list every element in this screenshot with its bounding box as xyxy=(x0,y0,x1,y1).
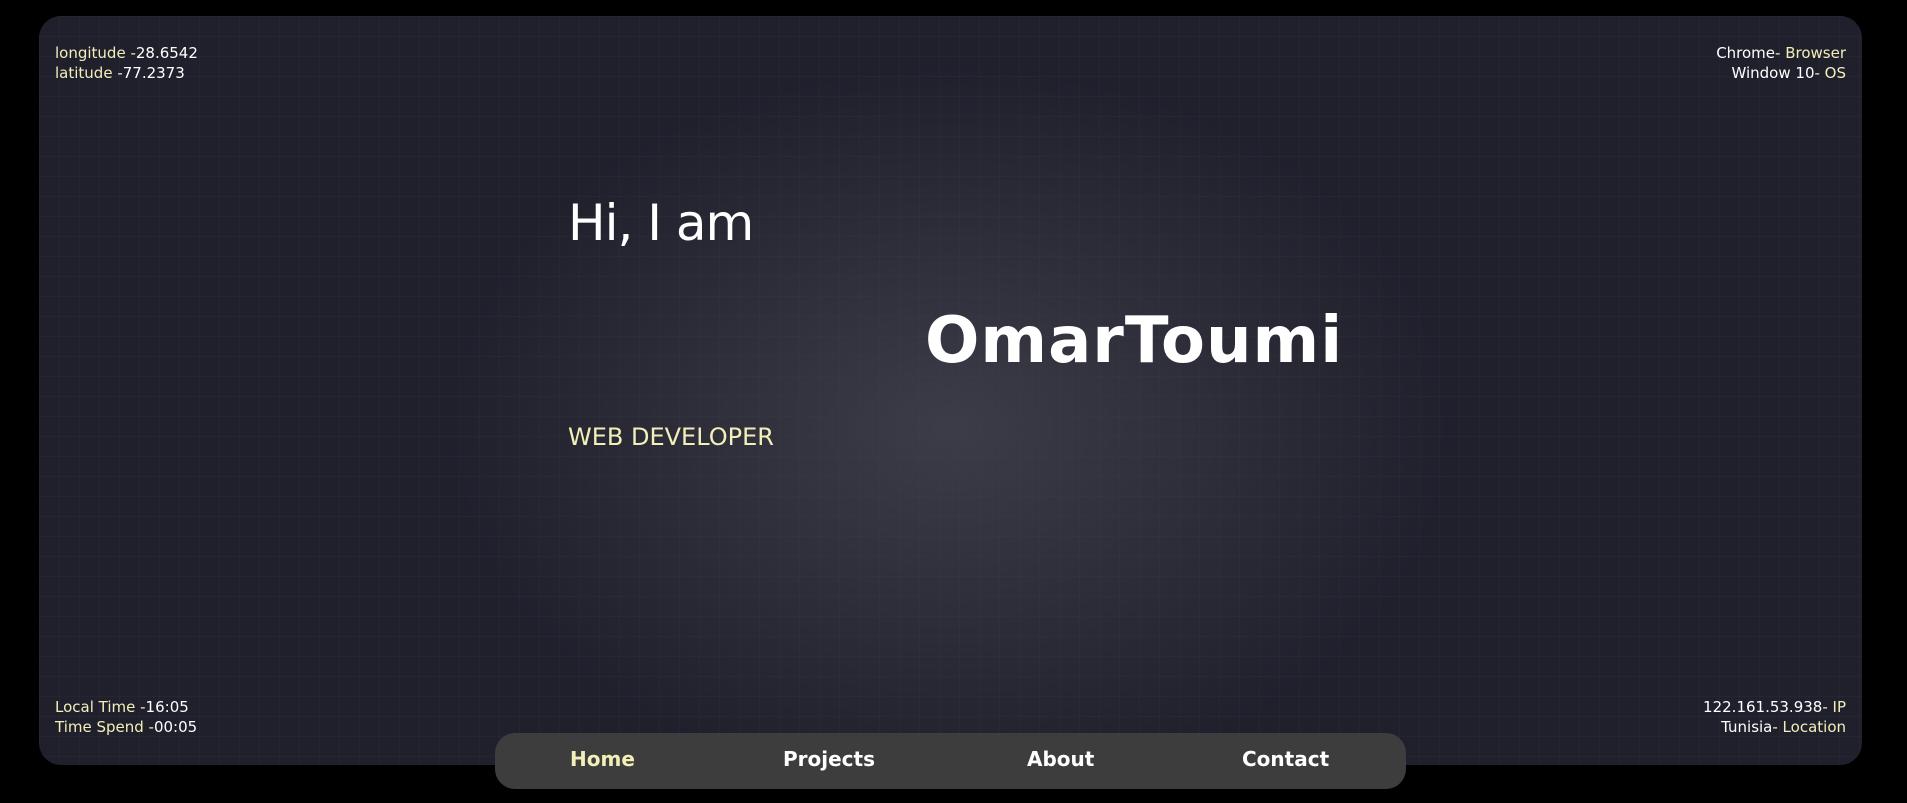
browser-name: Chrome xyxy=(1716,44,1776,62)
nav-contact-link[interactable]: Contact xyxy=(1242,747,1329,771)
location-row: Tunisia- Location xyxy=(1703,717,1846,737)
os-name: Window 10 xyxy=(1731,64,1815,82)
nav-projects-link[interactable]: Projects xyxy=(783,747,875,771)
latitude-label: latitude - xyxy=(55,64,123,82)
ip-value: 122.161.53.938 xyxy=(1703,698,1823,716)
hero-greeting: Hi, I am xyxy=(568,194,754,252)
ip-label: - IP xyxy=(1822,698,1846,716)
time-info: Local Time -16:05 Time Spend -00:05 xyxy=(55,697,197,737)
ip-row: 122.161.53.938- IP xyxy=(1703,697,1846,717)
hero-role: WEB DEVELOPER xyxy=(568,423,774,451)
local-time-value: 16:05 xyxy=(145,698,189,716)
longitude-row: longitude -28.6542 xyxy=(55,43,198,63)
bottom-nav: Home Projects About Contact xyxy=(495,733,1406,789)
nav-about-link[interactable]: About xyxy=(1027,747,1094,771)
nav-home-link[interactable]: Home xyxy=(570,747,635,771)
local-time-row: Local Time -16:05 xyxy=(55,697,197,717)
system-info: Chrome- Browser Window 10- OS xyxy=(1716,43,1846,83)
latitude-row: latitude -77.2373 xyxy=(55,63,198,83)
location-value: Tunisia xyxy=(1721,718,1773,736)
time-spend-label: Time Spend - xyxy=(55,718,154,736)
browser-label: - Browser xyxy=(1775,44,1846,62)
browser-row: Chrome- Browser xyxy=(1716,43,1846,63)
time-spend-value: 00:05 xyxy=(153,718,198,736)
location-label: - Location xyxy=(1772,718,1846,736)
os-row: Window 10- OS xyxy=(1716,63,1846,83)
network-info: 122.161.53.938- IP Tunisia- Location xyxy=(1703,697,1846,737)
os-label: - OS xyxy=(1814,64,1846,82)
latitude-value: 77.2373 xyxy=(122,64,185,82)
geo-info: longitude -28.6542 latitude -77.2373 xyxy=(55,43,198,83)
longitude-value: 28.6542 xyxy=(135,44,198,62)
local-time-label: Local Time - xyxy=(55,698,146,716)
portfolio-screen: longitude -28.6542 latitude -77.2373 Chr… xyxy=(39,16,1862,765)
longitude-label: longitude - xyxy=(55,44,136,62)
time-spend-row: Time Spend -00:05 xyxy=(55,717,197,737)
hero-name: OmarToumi xyxy=(925,304,1344,378)
